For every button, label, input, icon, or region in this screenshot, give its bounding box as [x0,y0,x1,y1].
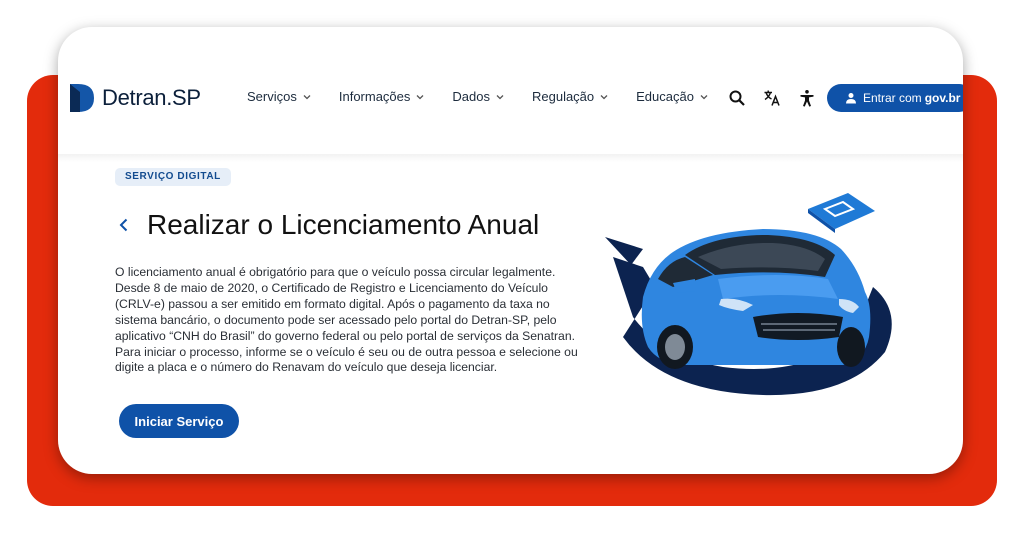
chevron-down-icon [600,94,608,99]
document-tag-icon [808,193,875,233]
logo-text: Detran.SP [102,85,201,110]
service-badge: SERVIÇO DIGITAL [115,168,231,186]
header-divider [58,154,963,162]
chevron-down-icon [416,94,424,99]
login-govbr-button[interactable]: Entrar com gov.br [827,84,963,112]
detran-logo[interactable]: Detran.SP [68,82,201,114]
nav-item-regulacao[interactable]: Regulação [532,89,609,104]
login-label-govbr: gov.br [924,91,961,105]
nav-label: Serviços [247,89,297,104]
detran-logo-icon [70,84,94,112]
start-service-button[interactable]: Iniciar Serviço [119,404,239,438]
nav-item-dados[interactable]: Dados [452,89,505,104]
back-chevron-icon[interactable] [117,217,131,233]
chevron-down-icon [700,94,708,99]
browser-card: Detran.SP Serviços Informações Dados Reg… [58,27,963,474]
login-label: Entrar com [863,91,922,105]
nav-label: Educação [636,89,694,104]
service-description: O licenciamento anual é obrigatório para… [115,265,578,375]
accessibility-icon[interactable] [798,89,816,107]
search-icon[interactable] [728,89,746,107]
nav-label: Dados [452,89,490,104]
nav-item-informacoes[interactable]: Informações [339,89,426,104]
chevron-down-icon [496,94,504,99]
title-row: Realizar o Licenciamento Anual [117,209,539,241]
nav-item-educacao[interactable]: Educação [636,89,709,104]
nav-label: Informações [338,89,411,104]
car-illustration [605,193,892,396]
page-title: Realizar o Licenciamento Anual [147,209,540,240]
translate-icon[interactable] [763,89,781,107]
chevron-down-icon [303,94,311,99]
main-nav: Serviços Informações Dados Regulação Edu… [247,89,736,104]
user-icon [846,93,856,104]
nav-label: Regulação [531,89,595,104]
nav-item-servicos[interactable]: Serviços [247,89,312,104]
